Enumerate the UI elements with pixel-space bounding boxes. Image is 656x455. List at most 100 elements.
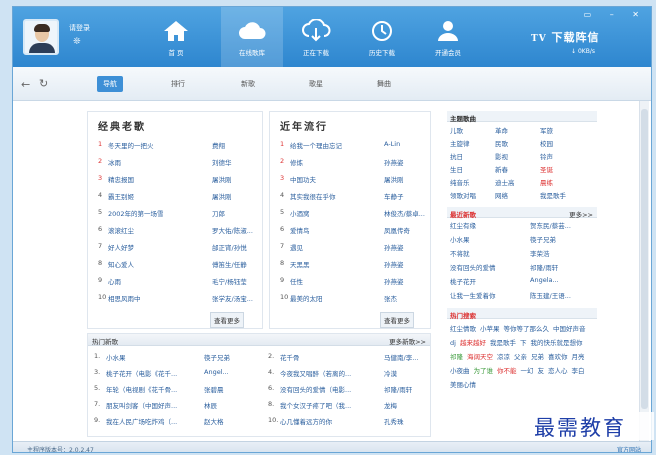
- search-tag[interactable]: dj: [450, 339, 456, 347]
- hot-song-row[interactable]: 1. 小水果 筷子兄弟: [94, 352, 262, 366]
- theme-link[interactable]: 铃声: [540, 151, 585, 161]
- hot-song-row[interactable]: 4. 今夜我又唱醉（若离的... 冷漠: [268, 368, 428, 382]
- song-artist[interactable]: Angela...: [530, 276, 559, 284]
- search-tag[interactable]: 小苹果: [480, 325, 500, 333]
- theme-link[interactable]: 军旅: [540, 125, 585, 135]
- tab-navigation[interactable]: 导航: [97, 76, 123, 92]
- song-artist[interactable]: 邰正宵/孙悦: [212, 242, 247, 252]
- song-row[interactable]: 7 好人好梦 邰正宵/孙悦: [98, 242, 258, 256]
- latest-song-row[interactable]: 小水果 筷子兄弟: [450, 234, 594, 248]
- song-artist[interactable]: 刘德华: [212, 157, 232, 167]
- song-title[interactable]: 冬天里的一把火: [108, 140, 154, 150]
- song-title[interactable]: 我个女汉子疼了吧（我...: [280, 400, 351, 410]
- song-artist[interactable]: 罗大佑/陈淑...: [212, 225, 253, 235]
- song-row[interactable]: 8 天黑黑 孙燕姿: [280, 259, 430, 273]
- song-artist[interactable]: 马健南/李...: [384, 352, 418, 362]
- search-tag[interactable]: 我是歌手: [490, 339, 516, 347]
- search-tag[interactable]: 凉凉: [497, 353, 510, 361]
- song-artist[interactable]: 傅笛生/任静: [212, 259, 247, 269]
- search-tag[interactable]: 李白: [572, 367, 585, 375]
- song-title[interactable]: 2002年的第一场雪: [108, 208, 164, 218]
- song-artist[interactable]: 冷漠: [384, 368, 397, 378]
- song-artist[interactable]: 屠洪刚: [212, 191, 232, 201]
- song-artist[interactable]: 龙梅: [384, 400, 397, 410]
- nav-downloading[interactable]: 正在下载: [285, 7, 347, 67]
- song-artist[interactable]: 贺东民/蔡芸...: [530, 220, 571, 230]
- theme-link[interactable]: 我是歌手: [540, 190, 585, 200]
- song-row[interactable]: 8 知心爱人 傅笛生/任静: [98, 259, 258, 273]
- window-controls[interactable]: ▭ – ✕: [584, 10, 647, 19]
- search-tag[interactable]: 我的快乐就是想你: [530, 339, 582, 347]
- song-row[interactable]: 3 精忠报国 屠洪刚: [98, 174, 258, 188]
- song-artist[interactable]: 筷子兄弟: [530, 234, 556, 244]
- song-artist[interactable]: 孙燕姿: [384, 242, 404, 252]
- song-title[interactable]: 没有回头的爱情: [450, 262, 496, 272]
- song-title[interactable]: 修炼: [290, 157, 303, 167]
- song-artist[interactable]: 孙燕姿: [384, 259, 404, 269]
- hot-song-row[interactable]: 8. 我个女汉子疼了吧（我... 龙梅: [268, 400, 428, 414]
- tab-ranking[interactable]: 排行: [171, 79, 185, 89]
- search-tag[interactable]: 为了谁: [474, 367, 494, 375]
- theme-link[interactable]: 校园: [540, 138, 585, 148]
- song-artist[interactable]: 孙燕姿: [384, 276, 404, 286]
- song-title[interactable]: 天黑黑: [290, 259, 310, 269]
- song-title[interactable]: 小水果: [450, 234, 470, 244]
- theme-link[interactable]: 抗日: [450, 151, 495, 161]
- song-row[interactable]: 10 最美的太阳 张杰: [280, 293, 430, 307]
- theme-link[interactable]: 革命: [495, 125, 540, 135]
- hot-new-more-link[interactable]: 更多新歌>>: [389, 336, 426, 346]
- refresh-icon[interactable]: ↻: [39, 77, 48, 90]
- song-row[interactable]: 3 中国功夫 屠洪刚: [280, 174, 430, 188]
- song-row[interactable]: 5 2002年的第一场雪 刀郎: [98, 208, 258, 222]
- theme-link[interactable]: 影视: [495, 151, 540, 161]
- song-artist[interactable]: 车静子: [384, 191, 404, 201]
- theme-link[interactable]: 纯音乐: [450, 177, 495, 187]
- hot-song-row[interactable]: 2. 花千骨 马健南/李...: [268, 352, 428, 366]
- theme-link[interactable]: 晨练: [540, 177, 585, 187]
- song-artist[interactable]: 李荣浩: [530, 248, 550, 258]
- latest-song-row[interactable]: 红尘有缘 贺东民/蔡芸...: [450, 220, 594, 234]
- song-title[interactable]: 心雨: [108, 276, 121, 286]
- song-artist[interactable]: 张碧晨: [204, 384, 224, 394]
- song-artist[interactable]: 屠洪刚: [384, 174, 404, 184]
- search-tag[interactable]: 海阔天空: [467, 353, 493, 361]
- hot-song-row[interactable]: 10. 心几懂着远方的你 孔秀珠: [268, 416, 428, 430]
- user-avatar[interactable]: [23, 19, 59, 55]
- song-artist[interactable]: 陈玉建/王语...: [530, 290, 571, 300]
- song-title[interactable]: 让我一生爱着你: [450, 290, 496, 300]
- song-artist[interactable]: 屠洪刚: [212, 174, 232, 184]
- theme-link[interactable]: 民歌: [495, 138, 540, 148]
- song-title[interactable]: 没有回头的爱情（电影...: [280, 384, 351, 394]
- song-title[interactable]: 我在人民广场吃炸鸡（...: [106, 416, 177, 426]
- song-title[interactable]: 任性: [290, 276, 303, 286]
- song-title[interactable]: 不将就: [450, 248, 470, 258]
- nav-membership[interactable]: 开通会员: [417, 7, 479, 67]
- song-row[interactable]: 1 给我一个理由忘记 A-Lin: [280, 140, 430, 154]
- song-artist[interactable]: 费翔: [212, 140, 225, 150]
- search-tag[interactable]: 下: [520, 339, 527, 347]
- song-title[interactable]: 精忠报国: [108, 174, 134, 184]
- tab-singers[interactable]: 歌星: [309, 79, 323, 89]
- song-title[interactable]: 小酒窝: [290, 208, 310, 218]
- song-title[interactable]: 红尘有缘: [450, 220, 476, 230]
- theme-link[interactable]: 新春: [495, 164, 540, 174]
- back-arrow-icon[interactable]: ←: [21, 78, 30, 91]
- latest-song-row[interactable]: 桃子花开 Angela...: [450, 276, 594, 290]
- song-title[interactable]: 好人好梦: [108, 242, 134, 252]
- theme-link[interactable]: 领歌对唱: [450, 190, 495, 200]
- latest-song-row[interactable]: 让我一生爱着你 陈玉建/王语...: [450, 290, 594, 304]
- song-title[interactable]: 给我一个理由忘记: [290, 140, 342, 150]
- song-artist[interactable]: 祁隆/雨轩: [384, 384, 412, 394]
- search-tag[interactable]: 一幻: [521, 367, 534, 375]
- song-artist[interactable]: 祁隆/雨轩: [530, 262, 558, 272]
- search-tag[interactable]: 等你等了那么久: [504, 325, 550, 333]
- song-row[interactable]: 1 冬天里的一把火 费翔: [98, 140, 258, 154]
- song-row[interactable]: 4 其实我很在乎你 车静子: [280, 191, 430, 205]
- song-title[interactable]: 冰雨: [108, 157, 121, 167]
- tab-dance[interactable]: 舞曲: [377, 79, 391, 89]
- song-title[interactable]: 遇见: [290, 242, 303, 252]
- song-row[interactable]: 6 爱情鸟 凤凰传奇: [280, 225, 430, 239]
- search-tag[interactable]: 美丽心情: [450, 381, 476, 389]
- song-artist[interactable]: 毛宁/杨钰莹: [212, 276, 247, 286]
- song-artist[interactable]: 孔秀珠: [384, 416, 404, 426]
